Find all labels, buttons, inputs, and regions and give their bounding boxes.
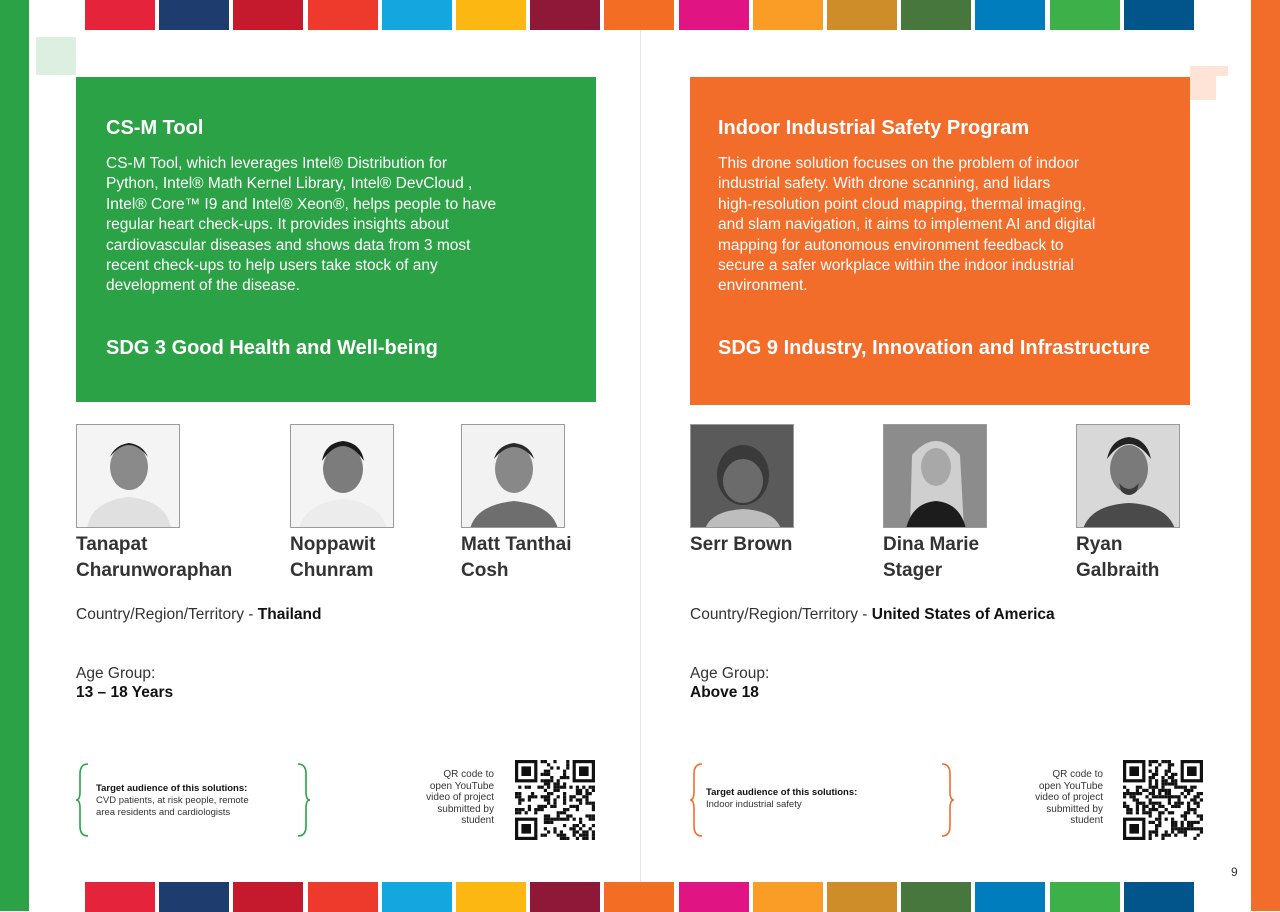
- country-value: Thailand: [257, 606, 322, 623]
- member-photo: [1076, 424, 1180, 528]
- right-brace-icon: [941, 763, 955, 837]
- person-portrait-icon: [77, 425, 179, 527]
- team-member: Noppawit Chunram: [290, 424, 394, 584]
- person-portrait-icon: [884, 425, 986, 527]
- member-name: Ryan Galbraith: [1076, 534, 1160, 581]
- decorative-square: [36, 37, 76, 75]
- sdg-stripe-segment: [85, 0, 155, 30]
- team-member: Tanapat Charunworaphan: [76, 424, 232, 584]
- age-group-label: Age Group:: [690, 665, 770, 682]
- sdg-stripe-segment: [975, 882, 1046, 912]
- sdg-stripe-segment: [159, 0, 230, 30]
- age-group-label: Age Group:: [76, 665, 156, 682]
- team-member: Dina Marie Stager: [883, 424, 987, 584]
- country-value: United States of America: [871, 606, 1055, 623]
- member-name: Tanapat Charunworaphan: [76, 534, 233, 581]
- target-audience-value: CVD patients, at risk people, remote are…: [96, 795, 249, 818]
- sdg-stripe-segment: [1123, 882, 1194, 912]
- left-page: CS-M Tool CS-M Tool, which leverages Int…: [29, 30, 640, 882]
- team-member: Ryan Galbraith: [1076, 424, 1180, 584]
- sdg-stripe-segment: [233, 882, 304, 912]
- member-name: Dina Marie Stager: [883, 534, 980, 581]
- right-orange-border: [1251, 0, 1280, 911]
- qr-caption: QR code to open YouTube video of project…: [1035, 769, 1103, 826]
- sdg-stripe-segment: [456, 0, 526, 30]
- qr-caption: QR code to open YouTube video of project…: [426, 769, 494, 826]
- sdg-stripe-segment: [827, 0, 897, 30]
- sdg-stripe-segment: [85, 882, 155, 912]
- sdg-stripe-segment: [307, 882, 378, 912]
- member-photo: [76, 424, 180, 528]
- member-photo: [290, 424, 394, 528]
- sdg-stripe-segment: [678, 882, 749, 912]
- qr-code-icon[interactable]: [515, 760, 595, 840]
- left-brace-icon: [689, 763, 703, 837]
- person-portrait-icon: [291, 425, 393, 527]
- sdg-goal: SDG 3 Good Health and Well-being: [106, 337, 438, 359]
- sdg-stripe-segment: [752, 0, 823, 30]
- sdg-stripe-segment: [307, 0, 378, 30]
- sdg-stripe-segment: [381, 0, 452, 30]
- qr-code-icon[interactable]: [1123, 760, 1203, 840]
- left-green-border: [0, 0, 29, 911]
- member-photo: [690, 424, 794, 528]
- target-audience: Target audience of this solutions: Indoo…: [706, 787, 926, 811]
- country-line: Country/Region/Territory - United States…: [690, 606, 1055, 623]
- sdg-stripe-segment: [159, 882, 230, 912]
- sdg-stripe-segment: [530, 0, 601, 30]
- sdg-stripe-segment: [678, 0, 749, 30]
- right-page: Indoor Industrial Safety Program This dr…: [641, 30, 1251, 882]
- sdg-stripe-segment: [604, 0, 675, 30]
- project-title: Indoor Industrial Safety Program: [718, 117, 1030, 139]
- project-description: CS-M Tool, which leverages Intel® Distri…: [106, 155, 497, 295]
- sdg-stripe-segment: [530, 882, 601, 912]
- sdg-stripe-segment: [752, 882, 823, 912]
- decorative-square: [1190, 66, 1216, 100]
- project-title: CS-M Tool: [106, 117, 204, 139]
- sdg-stripe-segment: [1049, 0, 1120, 30]
- target-audience-value: Indoor industrial safety: [706, 799, 802, 810]
- age-group-value: 13 – 18 Years: [76, 684, 174, 701]
- age-group-value: Above 18: [690, 684, 759, 701]
- person-portrait-icon: [691, 425, 793, 527]
- target-audience-label: Target audience of this solutions:: [96, 783, 248, 794]
- right-brace-icon: [297, 763, 311, 837]
- target-audience: Target audience of this solutions: CVD p…: [96, 783, 306, 819]
- sdg-stripe-segment: [975, 0, 1046, 30]
- decorative-square: [1216, 66, 1228, 76]
- sdg-stripe-segment: [233, 0, 304, 30]
- country-line: Country/Region/Territory - Thailand: [76, 606, 322, 623]
- sdg-color-stripe-top: [85, 0, 1199, 30]
- team-member: Serr Brown: [690, 424, 794, 558]
- sdg-stripe-segment: [604, 882, 675, 912]
- sdg-stripe-segment: [381, 882, 452, 912]
- member-name: Noppawit Chunram: [290, 534, 376, 581]
- project-card-indoor-safety: Indoor Industrial Safety Program This dr…: [690, 77, 1190, 405]
- sdg-stripe-segment: [901, 882, 972, 912]
- sdg-stripe-segment: [901, 0, 972, 30]
- member-name: Matt Tanthai Cosh: [461, 534, 572, 581]
- sdg-goal: SDG 9 Industry, Innovation and Infrastru…: [718, 337, 1150, 359]
- page-number: 9: [1231, 865, 1238, 879]
- sdg-stripe-segment: [1123, 0, 1194, 30]
- target-audience-label: Target audience of this solutions:: [706, 787, 858, 798]
- sdg-stripe-segment: [1049, 882, 1120, 912]
- sdg-color-stripe-bottom: [85, 882, 1199, 912]
- project-description: This drone solution focuses on the probl…: [718, 155, 1096, 295]
- member-photo: [461, 424, 565, 528]
- sdg-stripe-segment: [456, 882, 526, 912]
- member-photo: [883, 424, 987, 528]
- sdg-stripe-segment: [827, 882, 897, 912]
- project-card-cs-m-tool: CS-M Tool CS-M Tool, which leverages Int…: [76, 77, 596, 402]
- person-portrait-icon: [1077, 425, 1179, 527]
- left-brace-icon: [75, 763, 89, 837]
- person-portrait-icon: [462, 425, 564, 527]
- team-member: Matt Tanthai Cosh: [461, 424, 571, 584]
- member-name: Serr Brown: [690, 534, 793, 555]
